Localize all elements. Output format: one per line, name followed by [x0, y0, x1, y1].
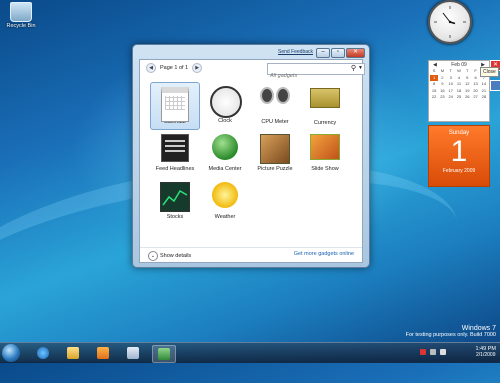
gadget-options-icon[interactable] — [490, 80, 500, 91]
maximize-icon: ▫ — [336, 49, 340, 55]
volume-icon[interactable] — [440, 349, 446, 355]
gallery-toolbar: ◀ Page 1 of 1 ▶ ⚲ ▼ — [140, 60, 365, 80]
gadget-tile[interactable]: Weather — [200, 178, 250, 226]
calendar-day-view: Sunday 1 February 2009 — [428, 125, 490, 187]
calendar-day[interactable]: 23 — [438, 94, 446, 101]
gadget-tile[interactable]: Slide Show — [300, 130, 350, 178]
gallery-client-area: ◀ Page 1 of 1 ▶ ⚲ ▼ Calendar Clock CPU Met… — [139, 59, 365, 263]
media-player-icon — [97, 347, 109, 359]
gadget-search-input[interactable] — [268, 72, 342, 80]
build-info: For testing purposes only. Build 7000 — [405, 332, 496, 338]
calendar-day[interactable]: 26 — [463, 94, 471, 101]
stocks-icon — [160, 182, 190, 212]
gadget-tile[interactable]: Clock — [200, 82, 250, 130]
gadget-tile-label: Clock — [218, 118, 232, 124]
taskbar-media-player-button[interactable] — [92, 345, 114, 361]
gallery-footer: ⌄ Show details Get more gadgets online — [140, 247, 362, 262]
taskbar: 1:49 PM 2/1/2009 — [0, 342, 500, 363]
minimize-button[interactable]: – — [316, 48, 330, 58]
os-watermark: Windows 7 For testing purposes only. Bui… — [406, 325, 496, 338]
app-icon — [127, 347, 139, 359]
calendar-month-year: February 2009 — [442, 168, 476, 174]
gadget-tile[interactable]: Calendar — [150, 82, 200, 130]
taskbar-ie-button[interactable] — [32, 345, 54, 361]
desktop-calendar-gadget[interactable]: ◀ Feb 09 ▶ SMTWTFS1234567891011121314151… — [428, 60, 490, 187]
calendar-day-number: 1 — [450, 135, 468, 168]
search-icon[interactable]: ⚲ — [351, 64, 356, 72]
show-details-toggle[interactable]: ⌄ Show details — [148, 251, 191, 261]
calendar-day[interactable]: 25 — [455, 94, 463, 101]
gadget-tile[interactable]: CPU Meter — [250, 82, 300, 130]
gadget-tile-label: Currency — [313, 120, 337, 126]
close-button[interactable]: ✕ — [346, 48, 365, 58]
gadget-tile[interactable]: Stocks — [150, 178, 200, 226]
gadget-tile[interactable]: Picture Puzzle — [250, 130, 300, 178]
minimize-icon: – — [321, 49, 325, 55]
next-page-button[interactable]: ▶ — [192, 63, 203, 73]
show-details-label: Show details — [160, 253, 192, 259]
calendar-icon — [160, 87, 190, 122]
pager: ◀ Page 1 of 1 ▶ — [146, 63, 203, 73]
gadget-tile-label: Feed Headlines — [155, 166, 195, 172]
network-icon[interactable] — [430, 349, 436, 355]
media-center-icon — [210, 134, 240, 164]
gadget-tile-label: Weather — [214, 214, 236, 220]
previous-page-button[interactable]: ◀ — [146, 63, 156, 73]
taskbar-app-button[interactable] — [122, 345, 144, 361]
clock-face-icon — [434, 6, 466, 38]
folder-icon — [67, 347, 79, 359]
close-icon: ✕ — [352, 49, 359, 55]
system-clock[interactable]: 1:49 PM 2/1/2009 — [476, 346, 496, 358]
currency-icon — [310, 88, 340, 118]
calendar-day[interactable]: 28 — [480, 94, 488, 101]
maximize-button[interactable]: ▫ — [331, 48, 345, 58]
gadget-grid: Calendar Clock CPU Meter Currency Feed Headl… — [150, 82, 350, 226]
recycle-bin-icon — [10, 2, 32, 22]
gadget-tile[interactable]: Currency — [300, 82, 350, 130]
get-more-gadgets-link[interactable]: Get more gadgets online — [294, 251, 354, 257]
gadgets-icon — [158, 348, 170, 360]
action-center-icon[interactable] — [420, 349, 426, 355]
slide-show-icon — [310, 134, 340, 164]
gadget-search-box[interactable]: ⚲ ▼ — [267, 63, 365, 80]
recycle-bin-shortcut[interactable]: Recycle Bin — [2, 2, 40, 29]
desktop-clock-gadget[interactable] — [428, 0, 472, 44]
gadget-tile-label: Slide Show — [311, 166, 339, 172]
gadget-tile-label: Media Center — [208, 166, 242, 172]
chevron-down-icon: ⌄ — [148, 251, 158, 261]
picture-puzzle-icon — [260, 134, 290, 164]
close-tooltip: Close — [480, 67, 499, 77]
gadget-gallery-window: Send Feedback – ▫ ✕ ◀ Page 1 of 1 ▶ ⚲ ▼ … — [132, 44, 370, 268]
gadget-tile-label: Stocks — [166, 214, 184, 220]
taskbar-explorer-button[interactable] — [62, 345, 84, 361]
clock-icon — [210, 86, 242, 118]
calendar-day[interactable]: 24 — [447, 94, 455, 101]
gadget-tile[interactable]: Media Center — [200, 130, 250, 178]
weather-icon — [210, 182, 240, 212]
clock-date: 2/1/2009 — [476, 352, 496, 358]
taskbar-gadgets-button[interactable] — [152, 345, 176, 363]
recycle-bin-label: Recycle Bin — [6, 23, 36, 29]
os-name: Windows 7 — [461, 325, 496, 332]
calendar-day[interactable]: 27 — [471, 94, 479, 101]
calendar-day[interactable]: 22 — [430, 94, 438, 101]
window-titlebar[interactable]: Send Feedback – ▫ ✕ — [133, 45, 369, 59]
internet-explorer-icon — [37, 347, 49, 359]
gadget-tile[interactable]: Feed Headlines — [150, 130, 200, 178]
start-button[interactable] — [2, 344, 20, 362]
gadget-tile-label: CPU Meter — [261, 119, 289, 125]
page-indicator: Page 1 of 1 — [160, 65, 189, 71]
gadget-tile-label: Picture Puzzle — [257, 166, 293, 172]
send-feedback-link[interactable]: Send Feedback — [278, 49, 313, 55]
chevron-down-icon[interactable]: ▼ — [358, 65, 363, 71]
feed-headlines-icon — [160, 134, 190, 164]
cpu-meter-icon — [260, 87, 290, 117]
